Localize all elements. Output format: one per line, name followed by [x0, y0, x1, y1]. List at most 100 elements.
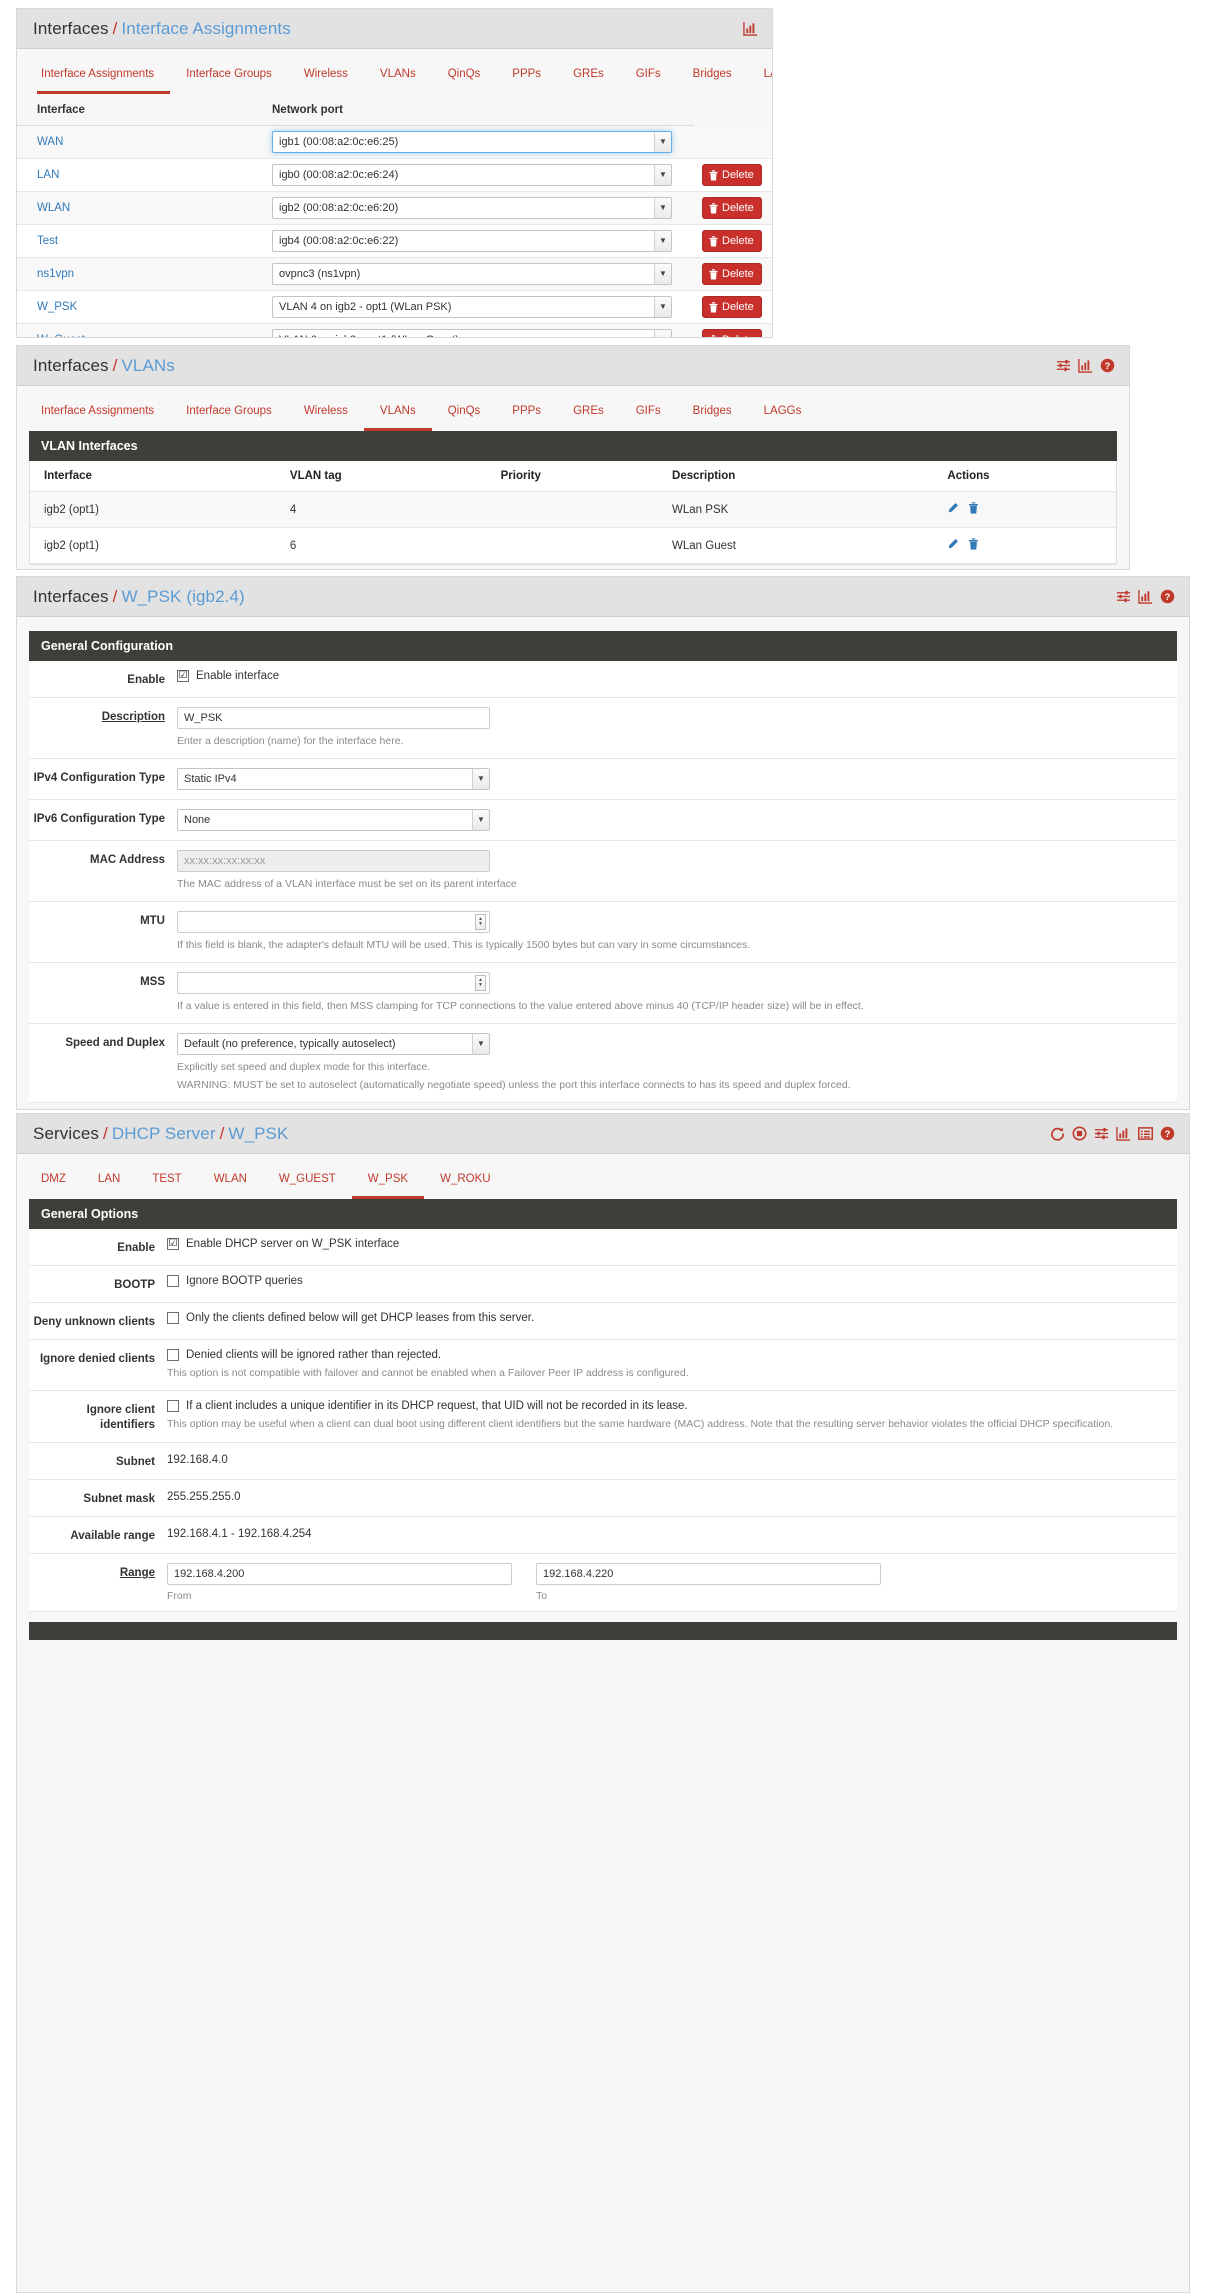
network-port-select-w-guest[interactable]: VLAN 6 on igb2 - opt1 (WLan Guest) ▼ [272, 329, 672, 337]
breadcrumb-current[interactable]: W_PSK (igb2.4) [121, 587, 244, 606]
speed-duplex-select[interactable]: Default (no preference, typically autose… [177, 1033, 490, 1055]
breadcrumb-current[interactable]: Interface Assignments [121, 19, 290, 38]
delete-button[interactable]: Delete [702, 230, 762, 252]
tab-vlans[interactable]: VLANs [364, 67, 432, 94]
delete-button[interactable]: Delete [702, 263, 762, 285]
breadcrumb-root[interactable]: Interfaces [33, 356, 109, 375]
mss-stepper[interactable]: ▲ ▼ [177, 972, 490, 994]
tab-test[interactable]: TEST [136, 1172, 197, 1199]
row-ipv4-config-type: IPv4 Configuration Type Static IPv4 ▼ [29, 759, 1177, 800]
breadcrumb-root[interactable]: Services [33, 1124, 99, 1143]
tab-wlan[interactable]: WLAN [198, 1172, 263, 1199]
sliders-icon[interactable] [1056, 358, 1071, 373]
tab-gres[interactable]: GREs [557, 67, 620, 94]
tab-gifs[interactable]: GIFs [620, 67, 677, 94]
interface-name-w-guest[interactable]: W_Guest [17, 323, 270, 337]
tab-wireless[interactable]: Wireless [288, 404, 364, 431]
breadcrumb-root[interactable]: Interfaces [33, 587, 109, 606]
tab-qinqs[interactable]: QinQs [432, 67, 497, 94]
tab-bridges[interactable]: Bridges [677, 67, 748, 94]
interface-name-ns1vpn[interactable]: ns1vpn [17, 257, 270, 291]
delete-button[interactable]: Delete [702, 164, 762, 186]
table-row[interactable]: igb2 (opt1) 6 WLan Guest [30, 527, 1116, 564]
ignore-client-ids-checkbox[interactable]: If a client includes a unique identifier… [167, 1400, 1167, 1412]
trash-icon[interactable] [968, 502, 979, 517]
enable-interface-checkbox[interactable]: ☑ Enable interface [177, 670, 1167, 682]
tab-lan[interactable]: LAN [82, 1172, 136, 1199]
tab-interface-groups[interactable]: Interface Groups [170, 67, 288, 94]
tab-gres[interactable]: GREs [557, 404, 620, 431]
help-icon[interactable]: ? [1100, 358, 1115, 373]
table-row[interactable]: igb2 (opt1) 4 WLan PSK [30, 491, 1116, 528]
delete-button[interactable]: Delete [702, 197, 762, 219]
assignments-body: Interface Assignments Interface Groups W… [17, 49, 772, 337]
bootp-checkbox[interactable]: Ignore BOOTP queries [167, 1275, 1167, 1287]
help-icon[interactable]: ? [1160, 1126, 1175, 1141]
tab-ppps[interactable]: PPPs [496, 67, 557, 94]
description-input[interactable]: W_PSK [177, 707, 490, 729]
tab-w-psk[interactable]: W_PSK [351, 1172, 425, 1199]
chart-icon[interactable] [1116, 1126, 1131, 1141]
tab-w-roku[interactable]: W_ROKU [424, 1172, 506, 1199]
breadcrumb-current[interactable]: VLANs [121, 356, 174, 375]
network-port-select-test[interactable]: igb4 (00:08:a2:0c:e6:22) ▼ [272, 230, 672, 252]
delete-button[interactable]: Delete [702, 329, 762, 337]
interface-name-w-psk[interactable]: W_PSK [17, 290, 270, 324]
interface-name-wan[interactable]: WAN [17, 125, 270, 159]
restart-icon[interactable] [1050, 1126, 1065, 1141]
range-from-input[interactable]: 192.168.4.200 [167, 1563, 512, 1585]
tab-interface-assignments[interactable]: Interface Assignments [37, 67, 171, 94]
tab-bridges[interactable]: Bridges [677, 404, 748, 431]
interface-name-wlan[interactable]: WLAN [17, 191, 270, 225]
breadcrumb-separator: / [112, 18, 118, 38]
delete-button[interactable]: Delete [702, 296, 762, 318]
sliders-icon[interactable] [1094, 1126, 1109, 1141]
mac-address-input[interactable]: xx:xx:xx:xx:xx:xx [177, 850, 490, 872]
tab-qinqs[interactable]: QinQs [432, 404, 497, 431]
dhcp-enable-checkbox[interactable]: ☑ Enable DHCP server on W_PSK interface [167, 1238, 1167, 1250]
tab-interface-assignments[interactable]: Interface Assignments [37, 404, 170, 431]
breadcrumb: Services / DHCP Server / W_PSK [33, 1124, 288, 1144]
network-port-select-wan[interactable]: igb1 (00:08:a2:0c:e6:25) ▼ [272, 131, 672, 153]
edit-icon[interactable] [947, 539, 962, 553]
ipv4-config-type-select[interactable]: Static IPv4 ▼ [177, 768, 490, 790]
tab-laggs[interactable]: LAGGs [748, 67, 772, 94]
tab-vlans[interactable]: VLANs [363, 404, 432, 431]
chart-icon[interactable] [743, 21, 758, 36]
ipv6-config-type-select[interactable]: None ▼ [177, 809, 490, 831]
chevron-down-icon: ▼ [654, 198, 671, 218]
tab-gifs[interactable]: GIFs [620, 404, 677, 431]
tab-wireless[interactable]: Wireless [288, 67, 364, 94]
network-port-select-lan[interactable]: igb0 (00:08:a2:0c:e6:24) ▼ [272, 164, 672, 186]
sliders-icon[interactable] [1116, 589, 1131, 604]
stop-icon[interactable] [1072, 1126, 1087, 1141]
breadcrumb-current[interactable]: W_PSK [228, 1124, 288, 1143]
checkbox-icon: ☑ [167, 1238, 179, 1250]
network-port-select-w-psk[interactable]: VLAN 4 on igb2 - opt1 (WLan PSK) ▼ [272, 296, 672, 318]
help-icon[interactable]: ? [1160, 589, 1175, 604]
interface-name-lan[interactable]: LAN [17, 158, 270, 192]
actions-cell: Delete [694, 158, 772, 192]
list-icon[interactable] [1138, 1126, 1153, 1141]
interface-name-test[interactable]: Test [17, 224, 270, 258]
tab-w-guest[interactable]: W_GUEST [263, 1172, 352, 1199]
tab-laggs[interactable]: LAGGs [748, 404, 818, 431]
network-port-select-ns1vpn[interactable]: ovpnc3 (ns1vpn) ▼ [272, 263, 672, 285]
breadcrumb-root[interactable]: Interfaces [33, 19, 109, 38]
range-to-input[interactable]: 192.168.4.220 [536, 1563, 881, 1585]
tab-ppps[interactable]: PPPs [496, 404, 557, 431]
deny-unknown-checkbox[interactable]: Only the clients defined below will get … [167, 1312, 1167, 1324]
network-port-select-wlan[interactable]: igb2 (00:08:a2:0c:e6:20) ▼ [272, 197, 672, 219]
chart-icon[interactable] [1078, 358, 1093, 373]
mtu-stepper[interactable]: ▲ ▼ [177, 911, 490, 933]
edit-icon[interactable] [947, 503, 962, 517]
trash-icon[interactable] [968, 538, 979, 553]
chart-icon[interactable] [1138, 589, 1153, 604]
row-deny-unknown: Deny unknown clients Only the clients de… [29, 1303, 1177, 1340]
ignore-denied-checkbox[interactable]: Denied clients will be ignored rather th… [167, 1349, 1167, 1361]
breadcrumb-mid[interactable]: DHCP Server [112, 1124, 216, 1143]
tab-dmz[interactable]: DMZ [37, 1172, 82, 1199]
tab-interface-groups[interactable]: Interface Groups [170, 404, 288, 431]
chevron-down-icon: ▼ [654, 165, 671, 185]
network-port-value: igb4 (00:08:a2:0c:e6:22) [279, 235, 399, 247]
